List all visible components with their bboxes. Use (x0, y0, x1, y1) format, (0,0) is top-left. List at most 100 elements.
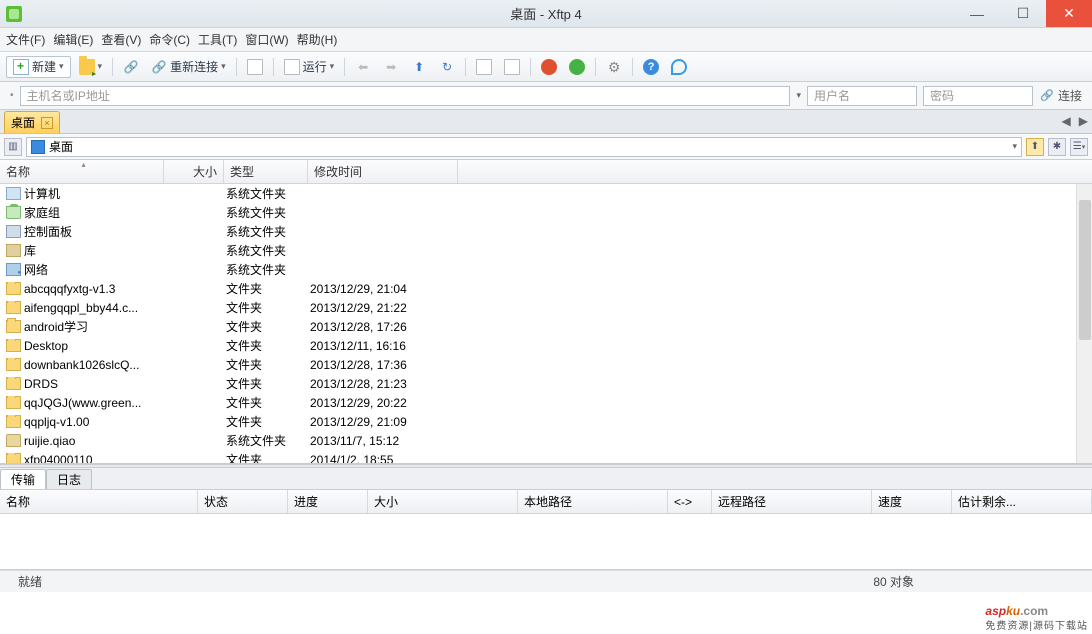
header-size[interactable]: 大小 (164, 160, 224, 183)
paste-button[interactable] (500, 56, 524, 78)
path-input[interactable]: 桌面 ▾ (26, 137, 1022, 157)
go-button[interactable] (565, 56, 589, 78)
tab-log[interactable]: 日志 (46, 469, 92, 489)
file-date: 2013/12/28, 17:36 (308, 358, 448, 372)
refresh-button[interactable]: ↻ (435, 56, 459, 78)
th-progress[interactable]: 进度 (288, 490, 368, 513)
file-name: 网络 (24, 261, 48, 278)
help-button[interactable]: ? (639, 56, 663, 78)
status-objects: 80 对象 (863, 573, 924, 590)
password-input[interactable] (923, 86, 1033, 106)
desktop-icon (31, 140, 45, 154)
forward-button[interactable]: ➡ (379, 56, 403, 78)
paste-icon (504, 59, 520, 75)
tab-label: 桌面 (11, 114, 35, 131)
link-button[interactable]: 🔗 (119, 56, 143, 78)
th-direction[interactable]: <-> (668, 490, 712, 513)
file-name: 库 (24, 242, 36, 259)
new-button[interactable]: 新建▾ (6, 56, 71, 78)
file-date: 2013/12/28, 17:26 (308, 320, 448, 334)
file-row[interactable]: 控制面板系统文件夹 (0, 222, 1092, 241)
file-row[interactable]: 库 系统文件夹 (0, 241, 1092, 260)
header-type[interactable]: 类型 (224, 160, 308, 183)
tab-next-icon[interactable]: ▶ (1079, 114, 1088, 128)
file-list[interactable]: 计算机系统文件夹家庭组系统文件夹控制面板系统文件夹库系统文件夹网络系统文件夹ab… (0, 184, 1092, 464)
file-date: 2013/12/29, 21:22 (308, 301, 448, 315)
file-type: 系统文件夹 (224, 242, 308, 259)
newfolder-button[interactable]: ✱ (1048, 138, 1066, 156)
session-tab-desktop[interactable]: 桌面 × (4, 111, 60, 133)
tab-close-icon[interactable]: × (41, 117, 53, 129)
file-name: 控制面板 (24, 223, 72, 240)
menu-window[interactable]: 窗口(W) (245, 31, 288, 48)
scrollbar[interactable] (1076, 184, 1092, 463)
connect-button[interactable]: 🔗连接 (1039, 87, 1082, 104)
file-row[interactable]: qqpljq-v1.00文件夹2013/12/29, 21:09 (0, 412, 1092, 431)
file-row[interactable]: xfp04000110文件夹2014/1/2, 18:55 (0, 450, 1092, 464)
parent-dir-button[interactable]: ⬆ (1026, 138, 1044, 156)
host-input[interactable] (20, 86, 791, 106)
th-speed[interactable]: 速度 (872, 490, 952, 513)
back-button[interactable]: ⬅ (351, 56, 375, 78)
file-date: 2013/12/29, 21:09 (308, 415, 448, 429)
file-row[interactable]: qqJQGJ(www.green...文件夹2013/12/29, 20:22 (0, 393, 1092, 412)
transfer-list[interactable] (0, 514, 1092, 570)
file-row[interactable]: downbank1026slcQ...文件夹2013/12/28, 17:36 (0, 355, 1092, 374)
close-button[interactable]: ✕ (1046, 0, 1092, 27)
tab-prev-icon[interactable]: ◀ (1062, 114, 1071, 128)
properties-button[interactable] (243, 56, 267, 78)
file-row[interactable]: 家庭组系统文件夹 (0, 203, 1092, 222)
menu-command[interactable]: 命令(C) (149, 31, 190, 48)
header-name[interactable]: 名称▴ (0, 160, 164, 183)
file-row[interactable]: aifengqqpl_bby44.c...文件夹2013/12/29, 21:2… (0, 298, 1092, 317)
th-size[interactable]: 大小 (368, 490, 518, 513)
menu-file[interactable]: 文件(F) (6, 31, 45, 48)
toggle-tree-button[interactable]: ▥ (4, 138, 22, 156)
file-row[interactable]: android学习文件夹2013/12/28, 17:26 (0, 317, 1092, 336)
header-date[interactable]: 修改时间 (308, 160, 458, 183)
chat-button[interactable] (667, 56, 691, 78)
th-eta[interactable]: 估计剩余... (952, 490, 1092, 513)
th-name[interactable]: 名称 (0, 490, 198, 513)
maximize-button[interactable]: ☐ (1000, 0, 1046, 27)
minimize-button[interactable]: — (954, 0, 1000, 27)
file-name: 家庭组 (24, 204, 60, 221)
file-row[interactable]: DRDS文件夹2013/12/28, 21:23 (0, 374, 1092, 393)
window-title: 桌面 - Xftp 4 (510, 4, 582, 23)
username-input[interactable] (807, 86, 917, 106)
file-row[interactable]: 网络 系统文件夹 (0, 260, 1092, 279)
file-icon (6, 358, 21, 371)
th-remotepath[interactable]: 远程路径 (712, 490, 872, 513)
reconnect-button[interactable]: 🔗重新连接▾ (147, 56, 230, 78)
folder-open-icon (79, 59, 95, 75)
file-row[interactable]: 计算机系统文件夹 (0, 184, 1092, 203)
menu-view[interactable]: 查看(V) (101, 31, 141, 48)
menu-help[interactable]: 帮助(H) (297, 31, 338, 48)
file-name: 计算机 (24, 185, 60, 202)
file-icon (6, 282, 21, 295)
th-localpath[interactable]: 本地路径 (518, 490, 668, 513)
file-row[interactable]: Desktop文件夹2013/12/11, 16:16 (0, 336, 1092, 355)
th-status[interactable]: 状态 (198, 490, 288, 513)
file-type: 系统文件夹 (224, 261, 308, 278)
file-icon (6, 396, 21, 409)
run-button[interactable]: 运行▾ (280, 56, 339, 78)
file-row[interactable]: ruijie.qiao系统文件夹2013/11/7, 15:12 (0, 431, 1092, 450)
file-name: downbank1026slcQ... (24, 358, 139, 372)
menu-edit[interactable]: 编辑(E) (53, 31, 93, 48)
open-button[interactable]: ▾ (75, 56, 107, 78)
watermark: aspku.com 免费资源|源码下载站 (985, 598, 1088, 632)
file-type: 文件夹 (224, 394, 308, 411)
settings-button[interactable]: ⚙ (602, 56, 626, 78)
up-button[interactable]: ⬆ (407, 56, 431, 78)
file-icon (6, 244, 21, 257)
file-row[interactable]: abcqqqfyxtg-v1.3文件夹2013/12/29, 21:04 (0, 279, 1092, 298)
file-type: 文件夹 (224, 318, 308, 335)
file-icon (6, 320, 21, 333)
menu-tool[interactable]: 工具(T) (198, 31, 237, 48)
viewmode-button[interactable]: ☰▾ (1070, 138, 1088, 156)
tab-transfer[interactable]: 传输 (0, 469, 46, 489)
connect-icon: 🔗 (1039, 88, 1055, 104)
copy-button[interactable] (472, 56, 496, 78)
cancel-button[interactable] (537, 56, 561, 78)
